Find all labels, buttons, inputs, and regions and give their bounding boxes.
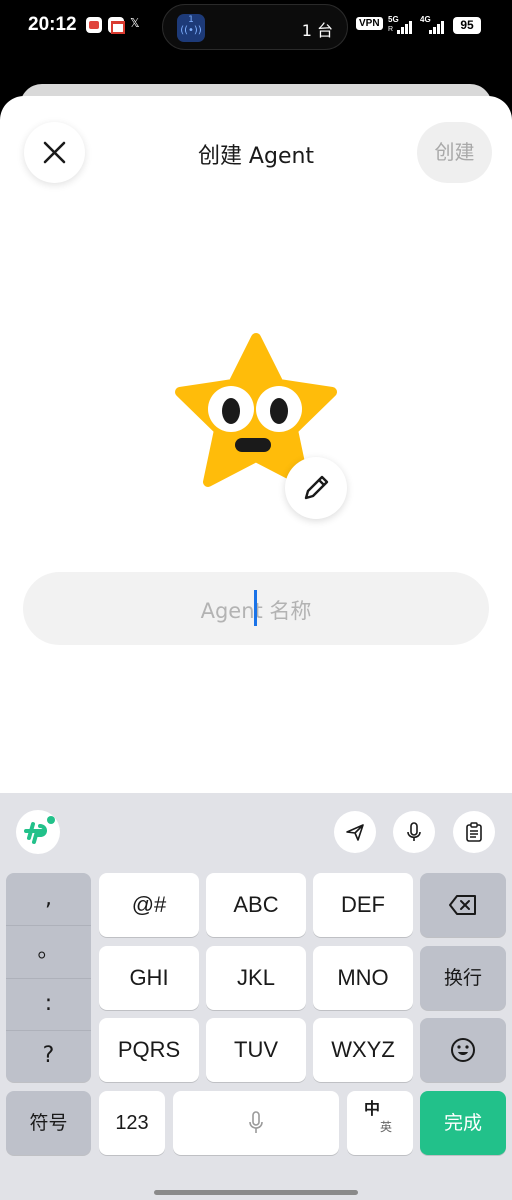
signal-5g-icon: 5G R — [388, 15, 414, 36]
signal-label: 4G — [420, 15, 431, 24]
punct-key-period[interactable]: 。 — [6, 925, 91, 977]
clipboard-icon — [466, 822, 482, 842]
send-icon — [346, 824, 364, 841]
agent-name-input[interactable]: Agent 名称 — [23, 572, 489, 645]
key-jkl[interactable]: JKL — [206, 946, 306, 1010]
input-method-logo[interactable] — [16, 810, 60, 854]
battery-indicator: 95 — [453, 17, 481, 34]
island-badge: 1 — [188, 15, 194, 25]
emoji-icon — [451, 1038, 475, 1062]
island-wave: ((•)) — [180, 25, 202, 36]
numbers-key[interactable]: 123 — [99, 1091, 165, 1155]
create-agent-sheet: 创建 Agent 创建 Agent 名称 — [0, 96, 512, 796]
punct-key-comma[interactable]: , — [6, 873, 91, 925]
notification-app-icon — [86, 17, 102, 33]
space-key[interactable] — [173, 1091, 339, 1155]
punct-key-question[interactable]: ? — [6, 1030, 91, 1082]
home-indicator[interactable] — [154, 1190, 358, 1195]
key-mno[interactable]: MNO — [313, 946, 413, 1010]
voice-input-button[interactable] — [393, 811, 435, 853]
key-wxyz[interactable]: WXYZ — [313, 1018, 413, 1082]
x-app-icon: 𝕏 — [130, 16, 140, 30]
keyboard: , 。 : ? @# ABC DEF GHI JKL MNO 换行 PQRS T… — [0, 793, 512, 1200]
status-time: 20:12 — [28, 14, 77, 35]
punctuation-column: , 。 : ? — [6, 873, 91, 1082]
signal-4g-icon: 4G — [420, 15, 446, 36]
language-toggle-key[interactable]: 中 英 — [347, 1091, 413, 1155]
clipboard-button[interactable] — [453, 811, 495, 853]
key-abc[interactable]: ABC — [206, 873, 306, 937]
symbols-key[interactable]: 符号 — [6, 1091, 91, 1155]
microphone-icon — [407, 822, 421, 841]
emoji-key[interactable] — [420, 1018, 506, 1082]
key-pqrs[interactable]: PQRS — [99, 1018, 199, 1082]
input-method-logo-icon — [24, 816, 55, 844]
dynamic-island[interactable]: 1 ((•)) 1 台 — [162, 4, 348, 50]
lang-english-label: 英 — [380, 1120, 393, 1134]
line-feed-key[interactable]: 换行 — [420, 946, 506, 1010]
text-caret — [254, 590, 257, 626]
signal-sub: R — [388, 26, 394, 33]
status-bar: 20:12 𝕏 1 ((•)) 1 台 VPN 5G R 4G 95 — [0, 0, 512, 54]
signal-label: 5G — [388, 15, 399, 24]
edit-avatar-button[interactable] — [285, 457, 347, 519]
broadcast-icon: 1 ((•)) — [177, 14, 205, 42]
punct-key-colon[interactable]: : — [6, 978, 91, 1030]
done-key[interactable]: 完成 — [420, 1091, 506, 1155]
key-symbols-at[interactable]: @# — [99, 873, 199, 937]
backspace-key[interactable] — [420, 873, 506, 937]
create-button[interactable]: 创建 — [417, 122, 492, 183]
lang-chinese-label: 中 — [364, 1099, 381, 1118]
vpn-badge: VPN — [356, 17, 383, 30]
key-tuv[interactable]: TUV — [206, 1018, 306, 1082]
device-count: 1 台 — [301, 21, 333, 40]
gmail-icon — [108, 17, 125, 34]
send-button[interactable] — [334, 811, 376, 853]
pencil-icon — [304, 475, 329, 500]
key-def[interactable]: DEF — [313, 873, 413, 937]
backspace-icon — [449, 895, 476, 915]
key-ghi[interactable]: GHI — [99, 946, 199, 1010]
microphone-icon — [249, 1111, 263, 1133]
